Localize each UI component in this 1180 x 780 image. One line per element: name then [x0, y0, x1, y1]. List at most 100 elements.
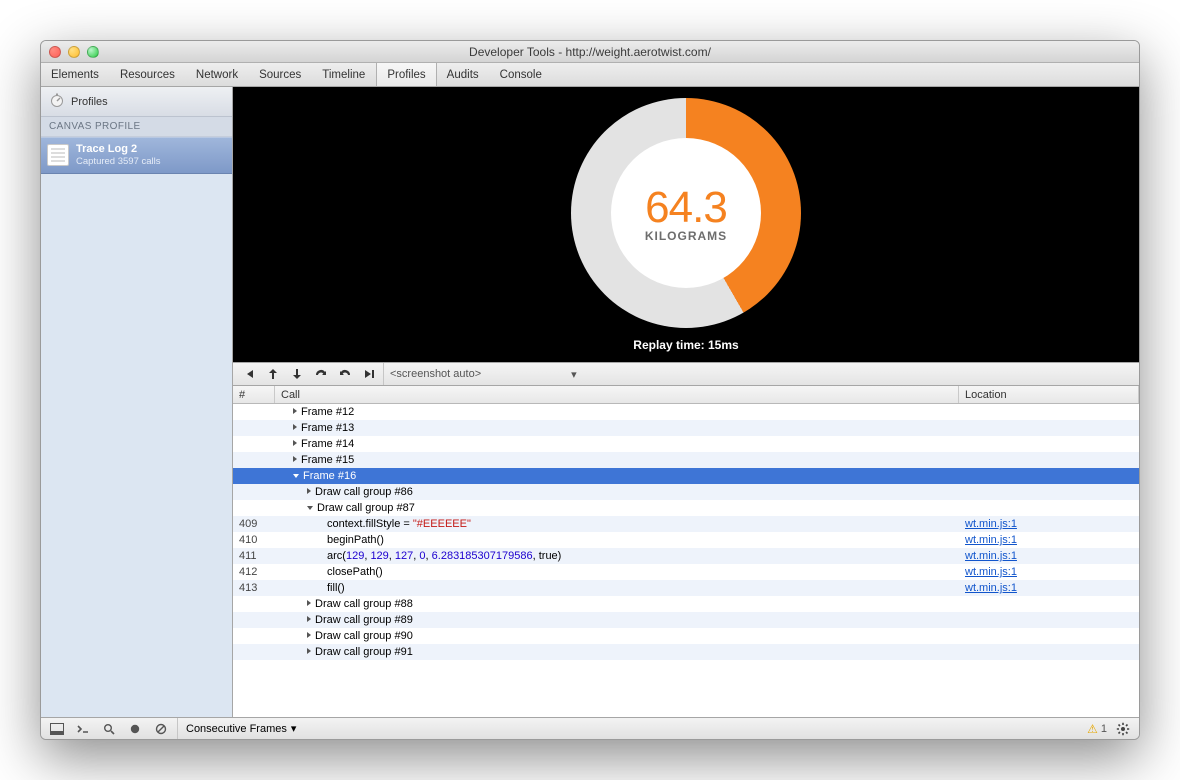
row-call: Frame #14 — [275, 438, 959, 450]
source-link[interactable]: wt.min.js:1 — [965, 550, 1017, 562]
trace-table-header: # Call Location — [233, 386, 1139, 404]
canvas-replay-pane: 64.3 KILOGRAMS Replay time: 15ms — [233, 87, 1139, 362]
minimize-button[interactable] — [68, 46, 80, 58]
disclosure-triangle-icon[interactable] — [293, 456, 297, 462]
col-number[interactable]: # — [233, 386, 275, 403]
table-row[interactable]: 413fill() wt.min.js:1 — [233, 580, 1139, 596]
row-call: Frame #13 — [275, 422, 959, 434]
log-icon — [47, 144, 69, 166]
disclosure-triangle-icon[interactable] — [307, 506, 313, 510]
step-back-button[interactable] — [263, 365, 283, 383]
disclosure-triangle-icon[interactable] — [293, 440, 297, 446]
capture-mode-select[interactable]: Consecutive Frames ▾ — [177, 718, 296, 739]
disclosure-triangle-icon[interactable] — [307, 632, 311, 638]
close-button[interactable] — [49, 46, 61, 58]
disclosure-triangle-icon[interactable] — [307, 648, 311, 654]
gauge-center: 64.3 KILOGRAMS — [611, 138, 761, 288]
search-button[interactable] — [99, 720, 119, 738]
gauge-value: 64.3 — [645, 183, 727, 233]
prev-draw-button[interactable] — [311, 365, 331, 383]
replay-label: Replay time: — [633, 338, 704, 352]
row-call: closePath() — [275, 566, 959, 578]
window-title: Developer Tools - http://weight.aerotwis… — [41, 45, 1139, 59]
disclosure-triangle-icon[interactable] — [307, 616, 311, 622]
table-row[interactable]: 409context.fillStyle = "#EEEEEE"wt.min.j… — [233, 516, 1139, 532]
record-button[interactable] — [125, 720, 145, 738]
table-row[interactable]: Draw call group #90 — [233, 628, 1139, 644]
trace-toolbar: <screenshot auto> ▾ — [233, 362, 1139, 386]
table-row[interactable]: Draw call group #88 — [233, 596, 1139, 612]
source-link[interactable]: wt.min.js:1 — [965, 518, 1017, 530]
disclosure-triangle-icon[interactable] — [293, 474, 299, 478]
chevron-down-icon: ▾ — [571, 368, 577, 381]
tab-network[interactable]: Network — [186, 63, 249, 86]
table-row[interactable]: 411arc(129, 129, 127, 0, 6.2831853071795… — [233, 548, 1139, 564]
row-location: wt.min.js:1 — [959, 534, 1139, 546]
table-row[interactable]: Frame #15 — [233, 452, 1139, 468]
sidebar-header: Profiles — [41, 87, 232, 117]
row-call: Draw call group #87 — [275, 502, 959, 514]
row-call: Frame #15 — [275, 454, 959, 466]
row-call: Draw call group #90 — [275, 630, 959, 642]
row-call: Draw call group #89 — [275, 614, 959, 626]
disclosure-triangle-icon[interactable] — [293, 424, 297, 430]
table-row[interactable]: Draw call group #86 — [233, 484, 1139, 500]
tab-profiles[interactable]: Profiles — [376, 63, 436, 86]
titlebar[interactable]: Developer Tools - http://weight.aerotwis… — [41, 41, 1139, 63]
body: Profiles CANVAS PROFILE Trace Log 2 Capt… — [41, 87, 1139, 717]
trace-rows[interactable]: Frame #12 Frame #13 Frame #14 Frame #15 Fram… — [233, 404, 1139, 717]
source-link[interactable]: wt.min.js:1 — [965, 582, 1017, 594]
row-call: fill() — [275, 582, 959, 594]
tab-audits[interactable]: Audits — [437, 63, 490, 86]
row-number: 411 — [233, 550, 275, 562]
clear-button[interactable] — [151, 720, 171, 738]
source-link[interactable]: wt.min.js:1 — [965, 566, 1017, 578]
dock-button[interactable] — [47, 720, 67, 738]
source-link[interactable]: wt.min.js:1 — [965, 534, 1017, 546]
row-number: 410 — [233, 534, 275, 546]
console-toggle-button[interactable] — [73, 720, 93, 738]
sidebar-item-subtitle: Captured 3597 calls — [76, 156, 161, 167]
next-draw-button[interactable] — [335, 365, 355, 383]
col-location[interactable]: Location — [959, 386, 1139, 403]
table-row[interactable]: 412closePath()wt.min.js:1 — [233, 564, 1139, 580]
last-call-button[interactable] — [359, 365, 379, 383]
gauge-unit: KILOGRAMS — [645, 229, 727, 243]
row-call: arc(129, 129, 127, 0, 6.283185307179586,… — [275, 550, 959, 562]
row-location: wt.min.js:1 — [959, 566, 1139, 578]
step-forward-button[interactable] — [287, 365, 307, 383]
disclosure-triangle-icon[interactable] — [307, 600, 311, 606]
sidebar-category: CANVAS PROFILE — [41, 117, 232, 137]
table-row[interactable]: Frame #12 — [233, 404, 1139, 420]
table-row[interactable]: Frame #14 — [233, 436, 1139, 452]
disclosure-triangle-icon[interactable] — [293, 408, 297, 414]
table-row[interactable]: Frame #13 — [233, 420, 1139, 436]
settings-button[interactable] — [1113, 720, 1133, 738]
screenshot-mode-label: <screenshot auto> — [390, 368, 481, 380]
table-row[interactable]: Draw call group #87 — [233, 500, 1139, 516]
tab-sources[interactable]: Sources — [249, 63, 312, 86]
zoom-button[interactable] — [87, 46, 99, 58]
first-call-button[interactable] — [239, 365, 259, 383]
tab-timeline[interactable]: Timeline — [312, 63, 376, 86]
warnings-indicator[interactable]: ⚠ 1 — [1087, 722, 1107, 736]
table-row[interactable]: Draw call group #89 — [233, 612, 1139, 628]
warning-icon: ⚠ — [1087, 722, 1098, 736]
row-number: 413 — [233, 582, 275, 594]
tab-console[interactable]: Console — [490, 63, 553, 86]
sidebar-item-text: Trace Log 2 Captured 3597 calls — [76, 143, 161, 168]
tab-elements[interactable]: Elements — [41, 63, 110, 86]
disclosure-triangle-icon[interactable] — [307, 488, 311, 494]
tab-resources[interactable]: Resources — [110, 63, 186, 86]
row-call: beginPath() — [275, 534, 959, 546]
row-call: Draw call group #91 — [275, 646, 959, 658]
statusbar: Consecutive Frames ▾ ⚠ 1 — [41, 717, 1139, 739]
sidebar-item-trace-log[interactable]: Trace Log 2 Captured 3597 calls — [41, 137, 232, 174]
table-row[interactable]: Frame #16 — [233, 468, 1139, 484]
table-row[interactable]: 410beginPath() wt.min.js:1 — [233, 532, 1139, 548]
screenshot-mode-select[interactable]: <screenshot auto> ▾ — [383, 363, 583, 385]
row-location: wt.min.js:1 — [959, 518, 1139, 530]
row-call: Frame #12 — [275, 406, 959, 418]
col-call[interactable]: Call — [275, 386, 959, 403]
table-row[interactable]: Draw call group #91 — [233, 644, 1139, 660]
